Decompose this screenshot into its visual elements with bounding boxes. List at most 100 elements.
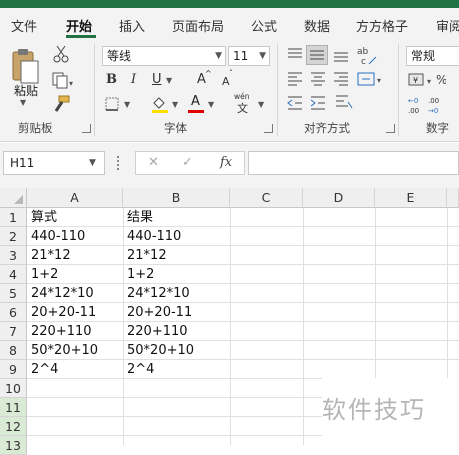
underline-button[interactable]: U [152, 71, 162, 89]
tab-file[interactable]: 文件 [11, 16, 37, 35]
font-color-dropdown-icon[interactable]: ▼ [208, 100, 214, 109]
clipboard-group-label: 剪贴板 [18, 121, 53, 135]
row-header-8[interactable]: 8 [0, 341, 27, 360]
cell-b8[interactable]: 50*20+10 [123, 341, 194, 360]
font-color-letter: A [191, 94, 200, 109]
column-header-f[interactable] [447, 188, 459, 208]
column-header-a[interactable]: A [27, 188, 123, 208]
cell-a4[interactable]: 1+2 [27, 265, 58, 284]
cell-a5[interactable]: 24*12*10 [27, 284, 94, 303]
row-header-7[interactable]: 7 [0, 322, 27, 341]
formula-buttons: ✕ ✓ fx [135, 151, 245, 175]
select-all-icon [14, 195, 23, 204]
row-header-5[interactable]: 5 [0, 284, 27, 303]
decimal-buttons[interactable]: ←0 .00 .00 →0 [406, 94, 446, 116]
cell-a6[interactable]: 20+20-11 [27, 303, 96, 322]
fill-color-button[interactable] [150, 94, 170, 114]
increase-indent-icon [310, 96, 325, 110]
cell-b4[interactable]: 1+2 [123, 265, 154, 284]
paste-button[interactable] [8, 46, 42, 86]
row-header-2[interactable]: 2 [0, 227, 27, 246]
gridline [27, 264, 459, 265]
merge-center-button[interactable]: ▾ [356, 70, 384, 88]
cell-b1[interactable]: 结果 [123, 208, 153, 227]
column-header-d[interactable]: D [303, 188, 375, 208]
cell-b6[interactable]: 20+20-11 [123, 303, 192, 322]
row-header-3[interactable]: 3 [0, 246, 27, 265]
formula-bar-grip-icon[interactable] [117, 156, 119, 170]
borders-button[interactable] [104, 96, 122, 112]
tab-review[interactable]: 审阅 [436, 16, 459, 35]
italic-button[interactable]: I [131, 71, 136, 89]
insert-function-icon[interactable]: fx [220, 155, 232, 170]
align-middle-button[interactable] [306, 45, 328, 65]
column-header-e[interactable]: E [375, 188, 447, 208]
bold-button[interactable]: B [106, 71, 117, 89]
cell-a3[interactable]: 21*12 [27, 246, 71, 265]
align-center-button[interactable] [309, 70, 327, 88]
borders-dropdown-icon[interactable]: ▼ [124, 100, 130, 109]
underline-dropdown-icon[interactable]: ▼ [166, 76, 172, 85]
fill-color-dropdown-icon[interactable]: ▼ [172, 100, 178, 109]
tab-insert[interactable]: 插入 [119, 16, 145, 35]
row-header-13[interactable]: 13 [0, 436, 27, 455]
cell-a1[interactable]: 算式 [27, 208, 57, 227]
cell-b2[interactable]: 440-110 [123, 227, 181, 246]
currency-format-button[interactable]: ¥ ▾% [406, 70, 447, 90]
column-header-b[interactable]: B [123, 188, 230, 208]
tab-fangfanggezi[interactable]: 方方格子 [356, 16, 408, 35]
enter-icon[interactable]: ✓ [182, 155, 193, 170]
alignment-launcher-icon[interactable] [386, 124, 395, 133]
phonetic-dropdown-icon[interactable]: ▼ [258, 100, 264, 109]
align-right-button[interactable] [332, 70, 350, 88]
formula-input[interactable] [248, 151, 459, 175]
number-format-value: 常规 [411, 49, 436, 63]
text-orientation-icon: abc [357, 47, 377, 67]
cell-b5[interactable]: 24*12*10 [123, 284, 190, 303]
cell-b3[interactable]: 21*12 [123, 246, 167, 265]
clipboard-launcher-icon[interactable] [82, 124, 91, 133]
cancel-icon[interactable]: ✕ [148, 155, 159, 170]
decrease-indent-button[interactable] [286, 94, 304, 112]
fill-bucket-icon [152, 97, 168, 113]
font-name-select[interactable]: 等线 ▼ [102, 46, 226, 66]
tab-page-layout[interactable]: 页面布局 [172, 16, 224, 35]
row-header-9[interactable]: 9 [0, 360, 27, 379]
cell-a2[interactable]: 440-110 [27, 227, 85, 246]
font-color-button[interactable]: A [186, 94, 206, 114]
font-size-select[interactable]: 11 ▼ [228, 46, 270, 66]
svg-text:¥: ¥ [413, 76, 418, 85]
cut-button[interactable] [50, 44, 72, 64]
row-header-6[interactable]: 6 [0, 303, 27, 322]
row-header-10[interactable]: 10 [0, 379, 27, 398]
cell-b7[interactable]: 220+110 [123, 322, 188, 341]
align-bottom-button[interactable] [332, 46, 350, 64]
paste-dropdown-icon[interactable]: ▼ [20, 98, 26, 107]
tab-data[interactable]: 数据 [304, 16, 330, 35]
chevron-down-icon[interactable]: ▼ [89, 151, 103, 175]
gridline [27, 245, 459, 246]
row-header-12[interactable]: 12 [0, 417, 27, 436]
orientation-button[interactable]: ab c [356, 44, 378, 67]
format-painter-button[interactable] [50, 94, 72, 114]
font-launcher-icon[interactable] [264, 124, 273, 133]
ribbon: 粘贴 ▼ ▾ 剪贴板 等线 ▼ 11 ▼ B I U ▼ A ^ A ˇ ▼ ▼… [0, 38, 459, 142]
row-header-4[interactable]: 4 [0, 265, 27, 284]
phonetic-button[interactable]: wén 文 [234, 92, 256, 115]
align-top-button[interactable] [286, 46, 304, 64]
alignment-settings-button[interactable] [334, 92, 354, 112]
column-header-c[interactable]: C [230, 188, 303, 208]
number-format-select[interactable]: 常规 [406, 46, 459, 66]
copy-button[interactable]: ▾ [50, 70, 76, 90]
cell-a8[interactable]: 50*20+10 [27, 341, 98, 360]
tab-formulas[interactable]: 公式 [251, 16, 277, 35]
increase-indent-button[interactable] [309, 94, 327, 112]
row-header-11[interactable]: 11 [0, 398, 27, 417]
cell-b9[interactable]: 2^4 [123, 360, 154, 379]
alignment-settings-icon [336, 95, 353, 109]
align-left-button[interactable] [286, 70, 304, 88]
cell-a7[interactable]: 220+110 [27, 322, 92, 341]
tab-home[interactable]: 开始 [66, 16, 92, 35]
row-header-1[interactable]: 1 [0, 208, 27, 227]
cell-a9[interactable]: 2^4 [27, 360, 58, 379]
